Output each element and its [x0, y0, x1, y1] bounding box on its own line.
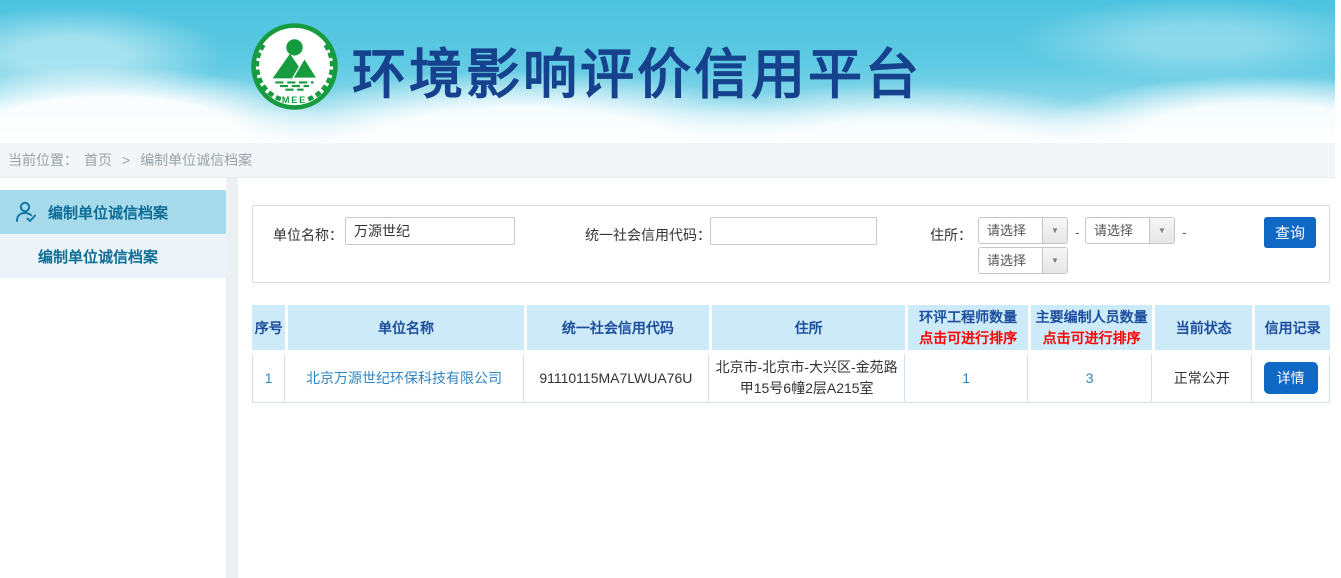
sort-hint: 点击可进行排序 — [1033, 328, 1150, 348]
province-select[interactable]: 请选择 ▼ — [978, 217, 1068, 244]
col-header-credit-code: 统一社会信用代码 — [524, 305, 709, 354]
query-button[interactable]: 查询 — [1264, 217, 1316, 248]
logo-text: MEE — [282, 95, 307, 105]
user-check-icon — [14, 200, 38, 224]
sidebar: 编制单位诚信档案 编制单位诚信档案 — [0, 178, 226, 578]
cell-status: 正常公开 — [1152, 354, 1252, 403]
col-header-address: 住所 — [709, 305, 905, 354]
col-header-engineer-count: 环评工程师数量 — [910, 307, 1026, 327]
breadcrumb-prefix: 当前位置： — [8, 152, 78, 168]
city-select[interactable]: 请选择 ▼ — [1085, 217, 1175, 244]
col-header-status: 当前状态 — [1152, 305, 1252, 354]
site-header: MEE 环境影响评价信用平台 — [0, 0, 1335, 143]
company-name-input[interactable] — [345, 217, 515, 245]
company-name-label: 单位名称： — [273, 225, 343, 245]
cell-address: 北京市-北京市-大兴区-金苑路甲15号6幢2层A215室 — [709, 354, 905, 403]
table-row: 1 北京万源世纪环保科技有限公司 91110115MA7LWUA76U 北京市-… — [252, 354, 1330, 403]
cell-editor-count: 3 — [1028, 354, 1152, 403]
breadcrumb: 当前位置： 首页 > 编制单位诚信档案 — [0, 143, 1335, 178]
cell-engineer-count: 1 — [905, 354, 1028, 403]
sidebar-subitem-credit-archive[interactable]: 编制单位诚信档案 — [0, 234, 226, 278]
credit-code-label: 统一社会信用代码： — [585, 225, 711, 245]
breadcrumb-current: 编制单位诚信档案 — [140, 152, 252, 168]
sidebar-subitem-label: 编制单位诚信档案 — [38, 246, 158, 267]
col-header-company-name: 单位名称 — [285, 305, 523, 354]
address-label: 住所： — [930, 225, 972, 245]
mee-logo-icon: MEE — [249, 20, 340, 113]
sort-hint: 点击可进行排序 — [910, 328, 1026, 348]
cell-credit-code: 91110115MA7LWUA76U — [524, 354, 709, 403]
district-select[interactable]: 请选择 ▼ — [978, 247, 1068, 274]
credit-code-input[interactable] — [710, 217, 877, 245]
col-header-credit-record: 信用记录 — [1252, 305, 1330, 354]
sidebar-content-divider — [226, 178, 238, 578]
main-area: 编制单位诚信档案 编制单位诚信档案 单位名称： 统一社会信用代码： 住所： 请选… — [0, 178, 1335, 578]
search-panel: 单位名称： 统一社会信用代码： 住所： 请选择 ▼ - 请选择 ▼ - 请选择 … — [252, 205, 1330, 283]
breadcrumb-home-link[interactable]: 首页 — [84, 152, 112, 168]
col-header-engineer-count-sort[interactable]: 环评工程师数量 点击可进行排序 — [905, 305, 1028, 354]
engineer-count-link[interactable]: 1 — [962, 370, 970, 386]
address-dash: - — [1075, 224, 1080, 240]
city-select-value: 请选择 — [1086, 218, 1149, 243]
province-select-value: 请选择 — [979, 218, 1042, 243]
sidebar-item-credit-archive[interactable]: 编制单位诚信档案 — [0, 190, 226, 234]
breadcrumb-separator: > — [122, 152, 130, 168]
col-header-index: 序号 — [252, 305, 285, 354]
cell-credit-record: 详情 — [1252, 354, 1330, 403]
chevron-down-icon[interactable]: ▼ — [1042, 248, 1067, 273]
col-header-editor-count-sort[interactable]: 主要编制人员数量 点击可进行排序 — [1028, 305, 1152, 354]
table-header-row: 序号 单位名称 统一社会信用代码 住所 环评工程师数量 点击可进行排序 主要编制… — [252, 305, 1330, 354]
row-index: 1 — [265, 370, 273, 386]
district-select-value: 请选择 — [979, 248, 1042, 273]
sidebar-item-label: 编制单位诚信档案 — [48, 202, 168, 223]
chevron-down-icon[interactable]: ▼ — [1042, 218, 1067, 243]
col-header-editor-count: 主要编制人员数量 — [1033, 307, 1150, 327]
editor-count-link[interactable]: 3 — [1086, 370, 1094, 386]
page: MEE 环境影响评价信用平台 当前位置： 首页 > 编制单位诚信档案 编制单位诚信档案… — [0, 0, 1335, 578]
content: 单位名称： 统一社会信用代码： 住所： 请选择 ▼ - 请选择 ▼ - 请选择 … — [238, 178, 1335, 578]
cell-index: 1 — [252, 354, 285, 403]
results-table: 序号 单位名称 统一社会信用代码 住所 环评工程师数量 点击可进行排序 主要编制… — [252, 305, 1330, 403]
address-dash: - — [1182, 224, 1187, 240]
chevron-down-icon[interactable]: ▼ — [1149, 218, 1174, 243]
cell-company-name: 北京万源世纪环保科技有限公司 — [285, 354, 523, 403]
company-name-link[interactable]: 北京万源世纪环保科技有限公司 — [306, 370, 502, 386]
detail-button[interactable]: 详情 — [1264, 362, 1318, 394]
page-title: 环境影响评价信用平台 — [352, 30, 922, 109]
